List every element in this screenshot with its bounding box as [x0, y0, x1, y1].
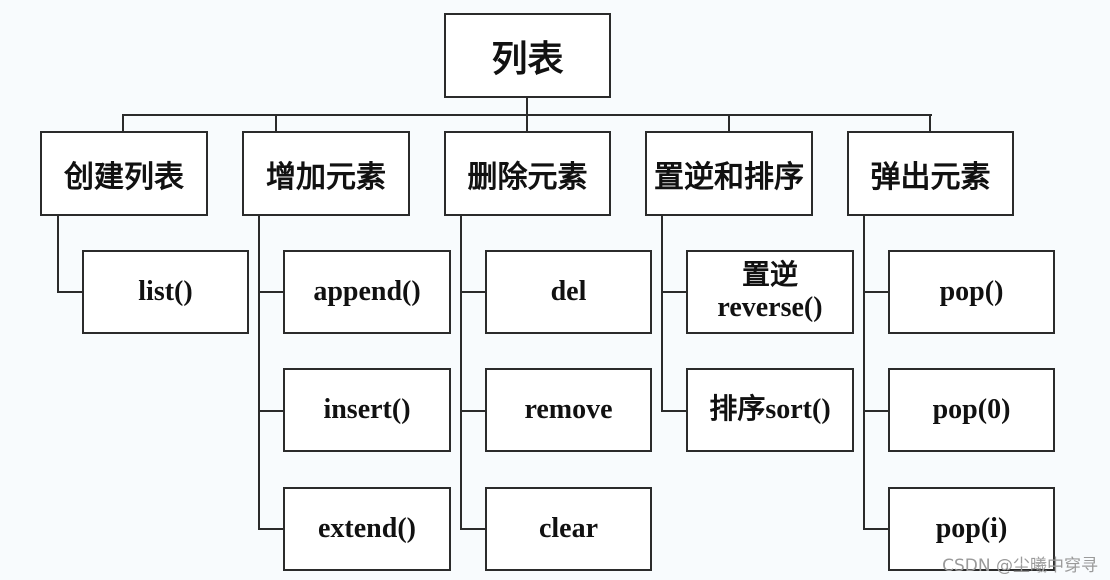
- leaf-connector: [460, 528, 486, 530]
- leaf-connector: [258, 291, 284, 293]
- leaf-label: 排序sort(): [709, 393, 831, 425]
- leaf-connector: [460, 410, 486, 412]
- leaf-connector: [661, 291, 687, 293]
- category-add-elements: 增加元素: [242, 131, 410, 216]
- root-label: 列表: [491, 38, 564, 79]
- category-reverse-sort: 置逆和排序: [645, 131, 813, 216]
- column-3-spine: [460, 215, 462, 530]
- leaf-label: pop(): [939, 275, 1004, 307]
- category-label: 弹出元素: [870, 160, 991, 194]
- leaf-connector: [863, 528, 889, 530]
- leaf-connector: [258, 528, 284, 530]
- leaf-append: append(): [283, 250, 451, 334]
- leaf-pop-0: pop(0): [888, 368, 1055, 452]
- root-node: 列表: [444, 13, 611, 98]
- category-label: 删除元素: [467, 160, 588, 194]
- leaf-pop: pop(): [888, 250, 1055, 334]
- leaf-sort: 排序sort(): [686, 368, 854, 452]
- category-connector-4: [728, 114, 730, 132]
- leaf-remove: remove: [485, 368, 652, 452]
- category-delete-elements: 删除元素: [444, 131, 611, 216]
- category-label: 创建列表: [64, 160, 184, 194]
- category-connector-5: [929, 114, 931, 132]
- category-pop-elements: 弹出元素: [847, 131, 1014, 216]
- leaf-label: append(): [313, 275, 421, 307]
- category-connector-1: [122, 114, 124, 132]
- leaf-connector: [460, 291, 486, 293]
- leaf-label: remove: [524, 393, 613, 425]
- column-5-spine: [863, 215, 865, 530]
- column-2-spine: [258, 215, 260, 530]
- leaf-extend: extend(): [283, 487, 451, 571]
- leaf-connector: [57, 291, 83, 293]
- column-1-spine: [57, 215, 59, 293]
- leaf-connector: [258, 410, 284, 412]
- leaf-label: insert(): [323, 393, 411, 425]
- watermark: CSDN @尘曦中穿寻: [942, 556, 1098, 576]
- leaf-list: list(): [82, 250, 249, 334]
- category-label: 增加元素: [266, 160, 386, 194]
- leaf-insert: insert(): [283, 368, 451, 452]
- column-4-spine: [661, 215, 663, 412]
- leaf-clear: clear: [485, 487, 652, 571]
- category-create-list: 创建列表: [40, 131, 208, 216]
- leaf-label: pop(i): [935, 512, 1008, 544]
- leaf-connector: [863, 291, 889, 293]
- leaf-connector: [863, 410, 889, 412]
- leaf-reverse: 置逆 reverse(): [686, 250, 854, 334]
- category-connector-3: [526, 114, 528, 132]
- leaf-del: del: [485, 250, 652, 334]
- leaf-label: pop(0): [932, 393, 1011, 425]
- leaf-connector: [661, 410, 687, 412]
- leaf-label-line-2: reverse(): [717, 292, 823, 323]
- category-connector-2: [275, 114, 277, 132]
- leaf-label: extend(): [318, 512, 416, 544]
- leaf-label-line-1: 置逆: [741, 259, 798, 291]
- leaf-label: list(): [138, 275, 193, 307]
- leaf-label: clear: [538, 512, 599, 544]
- leaf-label: del: [550, 275, 587, 307]
- category-label: 置逆和排序: [654, 160, 804, 194]
